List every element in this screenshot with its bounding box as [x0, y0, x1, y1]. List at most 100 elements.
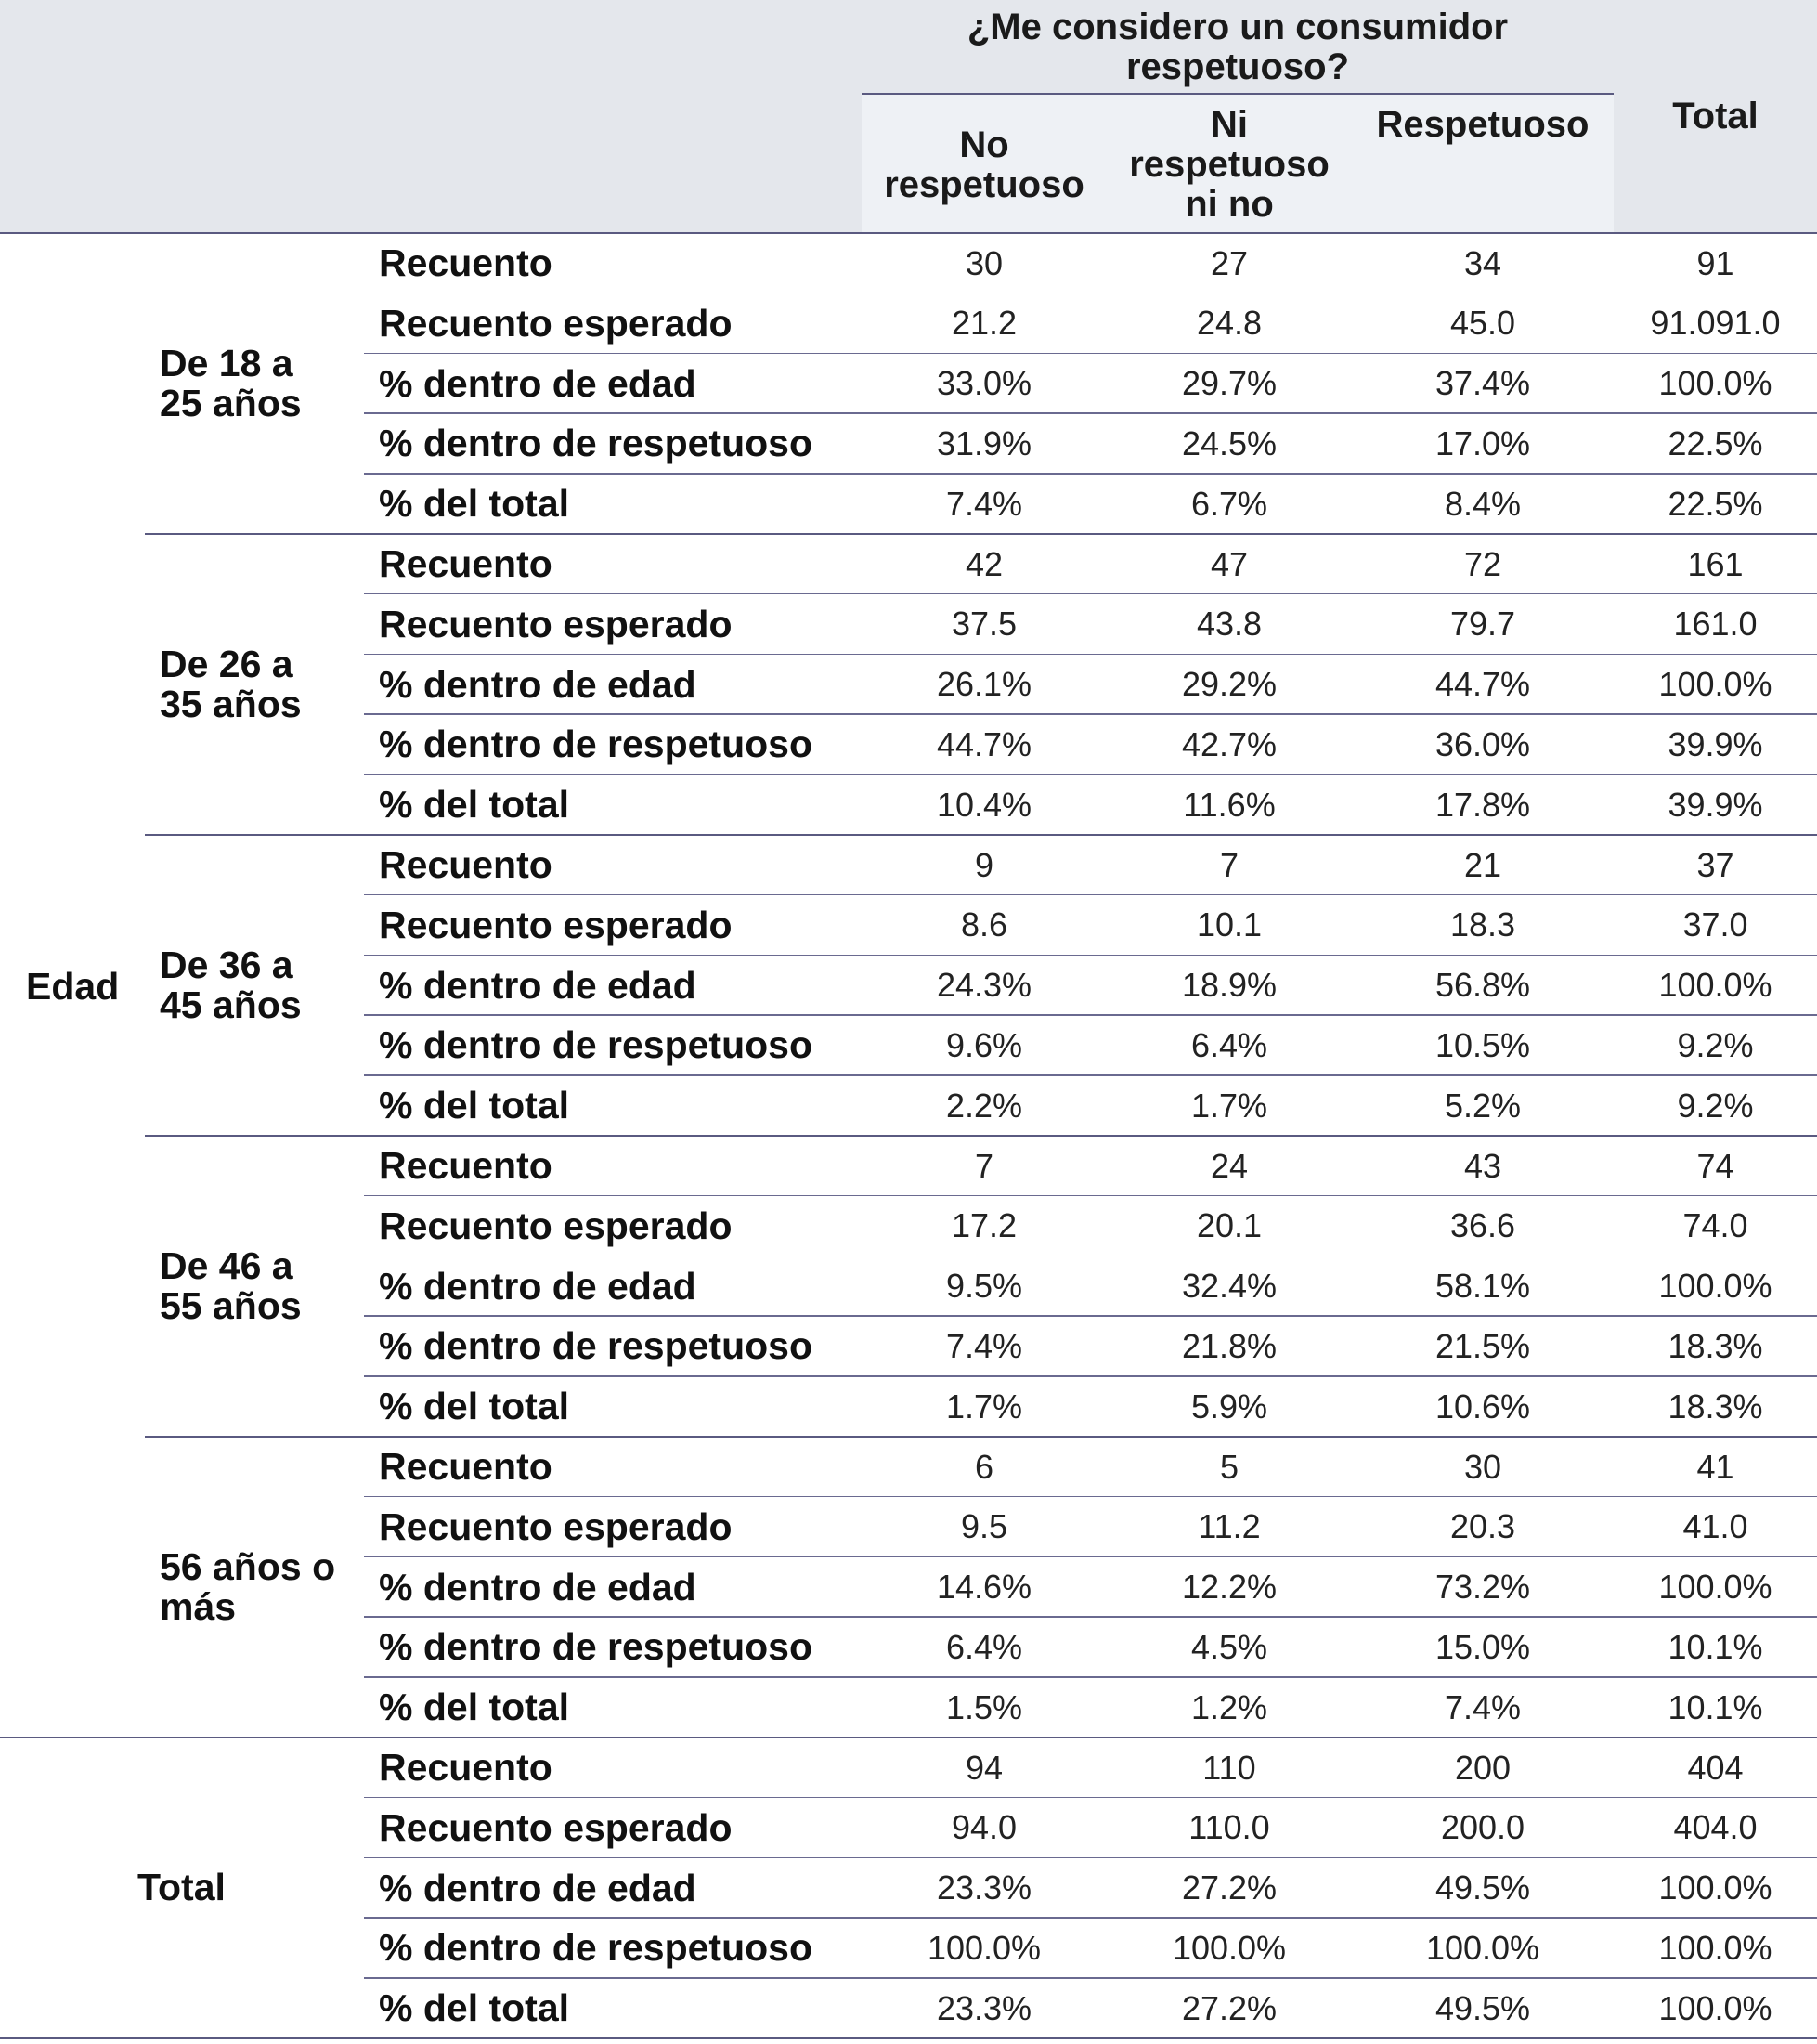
statistic-label: % dentro de edad: [379, 662, 696, 706]
table-cell: 56.8%: [1434, 966, 1531, 1005]
table-cell: 37.5: [951, 605, 1018, 644]
total-cell: 100.0%: [1658, 1928, 1772, 1967]
total-cell: 41: [1696, 1447, 1734, 1486]
table-cell: 30: [1463, 1447, 1502, 1486]
table-cell: 18.9%: [1181, 966, 1278, 1005]
table-cell: 100.0%: [1425, 1928, 1540, 1967]
total-cell: 100.0%: [1658, 1868, 1772, 1907]
statistic-label: Recuento: [379, 1445, 552, 1488]
table-cell: 17.0%: [1434, 423, 1531, 462]
table-cell: 24.3%: [936, 966, 1032, 1005]
table-cell: 7.4%: [1444, 1687, 1522, 1726]
table-cell: 20.3: [1449, 1507, 1516, 1546]
table-cell: 45.0: [1449, 304, 1516, 343]
total-cell: 39.9%: [1668, 785, 1763, 824]
table-cell: 6: [974, 1447, 994, 1486]
contingency-table: ¿Me considero un consumidor respetuoso? …: [0, 0, 1817, 2044]
table-cell: 2.2%: [945, 1086, 1023, 1125]
statistic-label: Recuento esperado: [379, 301, 733, 345]
statistic-label: % dentro de respetuoso: [379, 1926, 813, 1970]
table-cell: 4.5%: [1190, 1627, 1268, 1666]
table-cell: 8.6: [960, 905, 1008, 944]
statistic-label: % dentro de edad: [379, 963, 696, 1007]
column-header-label: No respetuoso: [884, 124, 1084, 205]
total-cell: 10.1%: [1668, 1687, 1763, 1726]
table-cell: 36.0%: [1434, 724, 1531, 763]
table-cell: 11.2: [1198, 1507, 1261, 1546]
table-cell: 17.2: [951, 1206, 1018, 1245]
table-cell: 42: [965, 544, 1004, 583]
column-header-ni-respetuoso-ni-no: Ni respetuoso ni no: [1107, 100, 1352, 230]
table-cell: 23.3%: [936, 1868, 1032, 1907]
total-cell: 100.0%: [1658, 1988, 1772, 2027]
age-group-label: De 26 a 35 años: [160, 642, 302, 725]
statistic-label: % dentro de respetuoso: [379, 1023, 813, 1067]
statistic-label: Recuento: [379, 1746, 552, 1789]
total-cell: 404.0: [1673, 1808, 1758, 1847]
table-cell: 23.3%: [936, 1988, 1032, 2027]
total-cell: 37: [1696, 845, 1734, 884]
total-cell: 100.0%: [1658, 1267, 1772, 1306]
table-cell: 6.4%: [1190, 1025, 1268, 1064]
total-cell: 22.5%: [1668, 423, 1763, 462]
table-cell: 21.5%: [1434, 1326, 1531, 1365]
table-cell: 7.4%: [945, 484, 1023, 523]
table-cell: 20.1: [1196, 1206, 1263, 1245]
table-cell: 42.7%: [1181, 724, 1278, 763]
statistic-label: % dentro de edad: [379, 1565, 696, 1608]
total-cell: 9.2%: [1677, 1086, 1754, 1125]
spanning-column-header-text: ¿Me considero un consumidor respetuoso?: [967, 7, 1509, 87]
table-cell: 9.6%: [945, 1025, 1023, 1064]
table-cell: 200.0: [1440, 1808, 1525, 1847]
header-divider: [862, 93, 1614, 95]
table-cell: 15.0%: [1434, 1627, 1531, 1666]
statistic-label: Recuento: [379, 241, 552, 284]
table-cell: 79.7: [1449, 605, 1516, 644]
table-cell: 1.2%: [1190, 1687, 1268, 1726]
statistic-label: % del total: [379, 1686, 570, 1729]
table-cell: 31.9%: [936, 423, 1032, 462]
table-cell: 24.5%: [1181, 423, 1278, 462]
total-cell: 161: [1687, 544, 1744, 583]
statistic-label: % del total: [379, 1986, 570, 2030]
table-bottom-rule: [0, 2037, 1817, 2039]
statistic-label: % dentro de edad: [379, 1264, 696, 1308]
column-header-label: Respetuoso: [1376, 104, 1590, 145]
table-cell: 37.4%: [1434, 364, 1531, 403]
statistic-label: % dentro de edad: [379, 1866, 696, 1909]
statistic-label: Recuento esperado: [379, 602, 733, 645]
table-cell: 1.5%: [945, 1687, 1023, 1726]
table-cell: 8.4%: [1444, 484, 1522, 523]
table-cell: 7.4%: [945, 1326, 1023, 1365]
table-cell: 12.2%: [1181, 1568, 1278, 1607]
table-cell: 44.7%: [1434, 665, 1531, 704]
table-cell: 9.5%: [945, 1267, 1023, 1306]
table-cell: 29.2%: [1181, 665, 1278, 704]
table-cell: 10.4%: [936, 785, 1032, 824]
table-cell: 43.8: [1196, 605, 1263, 644]
total-group-label: Total: [137, 1866, 226, 1909]
table-cell: 110.0: [1188, 1808, 1270, 1847]
table-cell: 9.5: [960, 1507, 1008, 1546]
table-cell: 11.6%: [1183, 785, 1276, 824]
statistic-label: Recuento: [379, 1144, 552, 1187]
statistic-label: % dentro de respetuoso: [379, 1324, 813, 1368]
table-cell: 21.8%: [1181, 1326, 1278, 1365]
age-group-label: De 18 a 25 años: [160, 341, 302, 424]
table-cell: 49.5%: [1434, 1868, 1531, 1907]
table-cell: 1.7%: [945, 1387, 1023, 1426]
table-cell: 94.0: [951, 1808, 1018, 1847]
statistic-label: % del total: [379, 1084, 570, 1127]
table-cell: 94: [965, 1748, 1004, 1787]
column-header-label: Total: [1672, 96, 1759, 137]
table-cell: 17.8%: [1434, 785, 1531, 824]
total-cell: 41.0: [1682, 1507, 1748, 1546]
total-cell: 404: [1687, 1748, 1744, 1787]
table-cell: 27: [1210, 243, 1249, 282]
total-cell: 74.0: [1682, 1206, 1748, 1245]
table-cell: 7: [974, 1146, 994, 1185]
table-cell: 29.7%: [1181, 364, 1278, 403]
total-cell: 74: [1696, 1146, 1734, 1185]
table-cell: 100.0%: [1172, 1928, 1287, 1967]
table-cell: 5: [1219, 1447, 1239, 1486]
